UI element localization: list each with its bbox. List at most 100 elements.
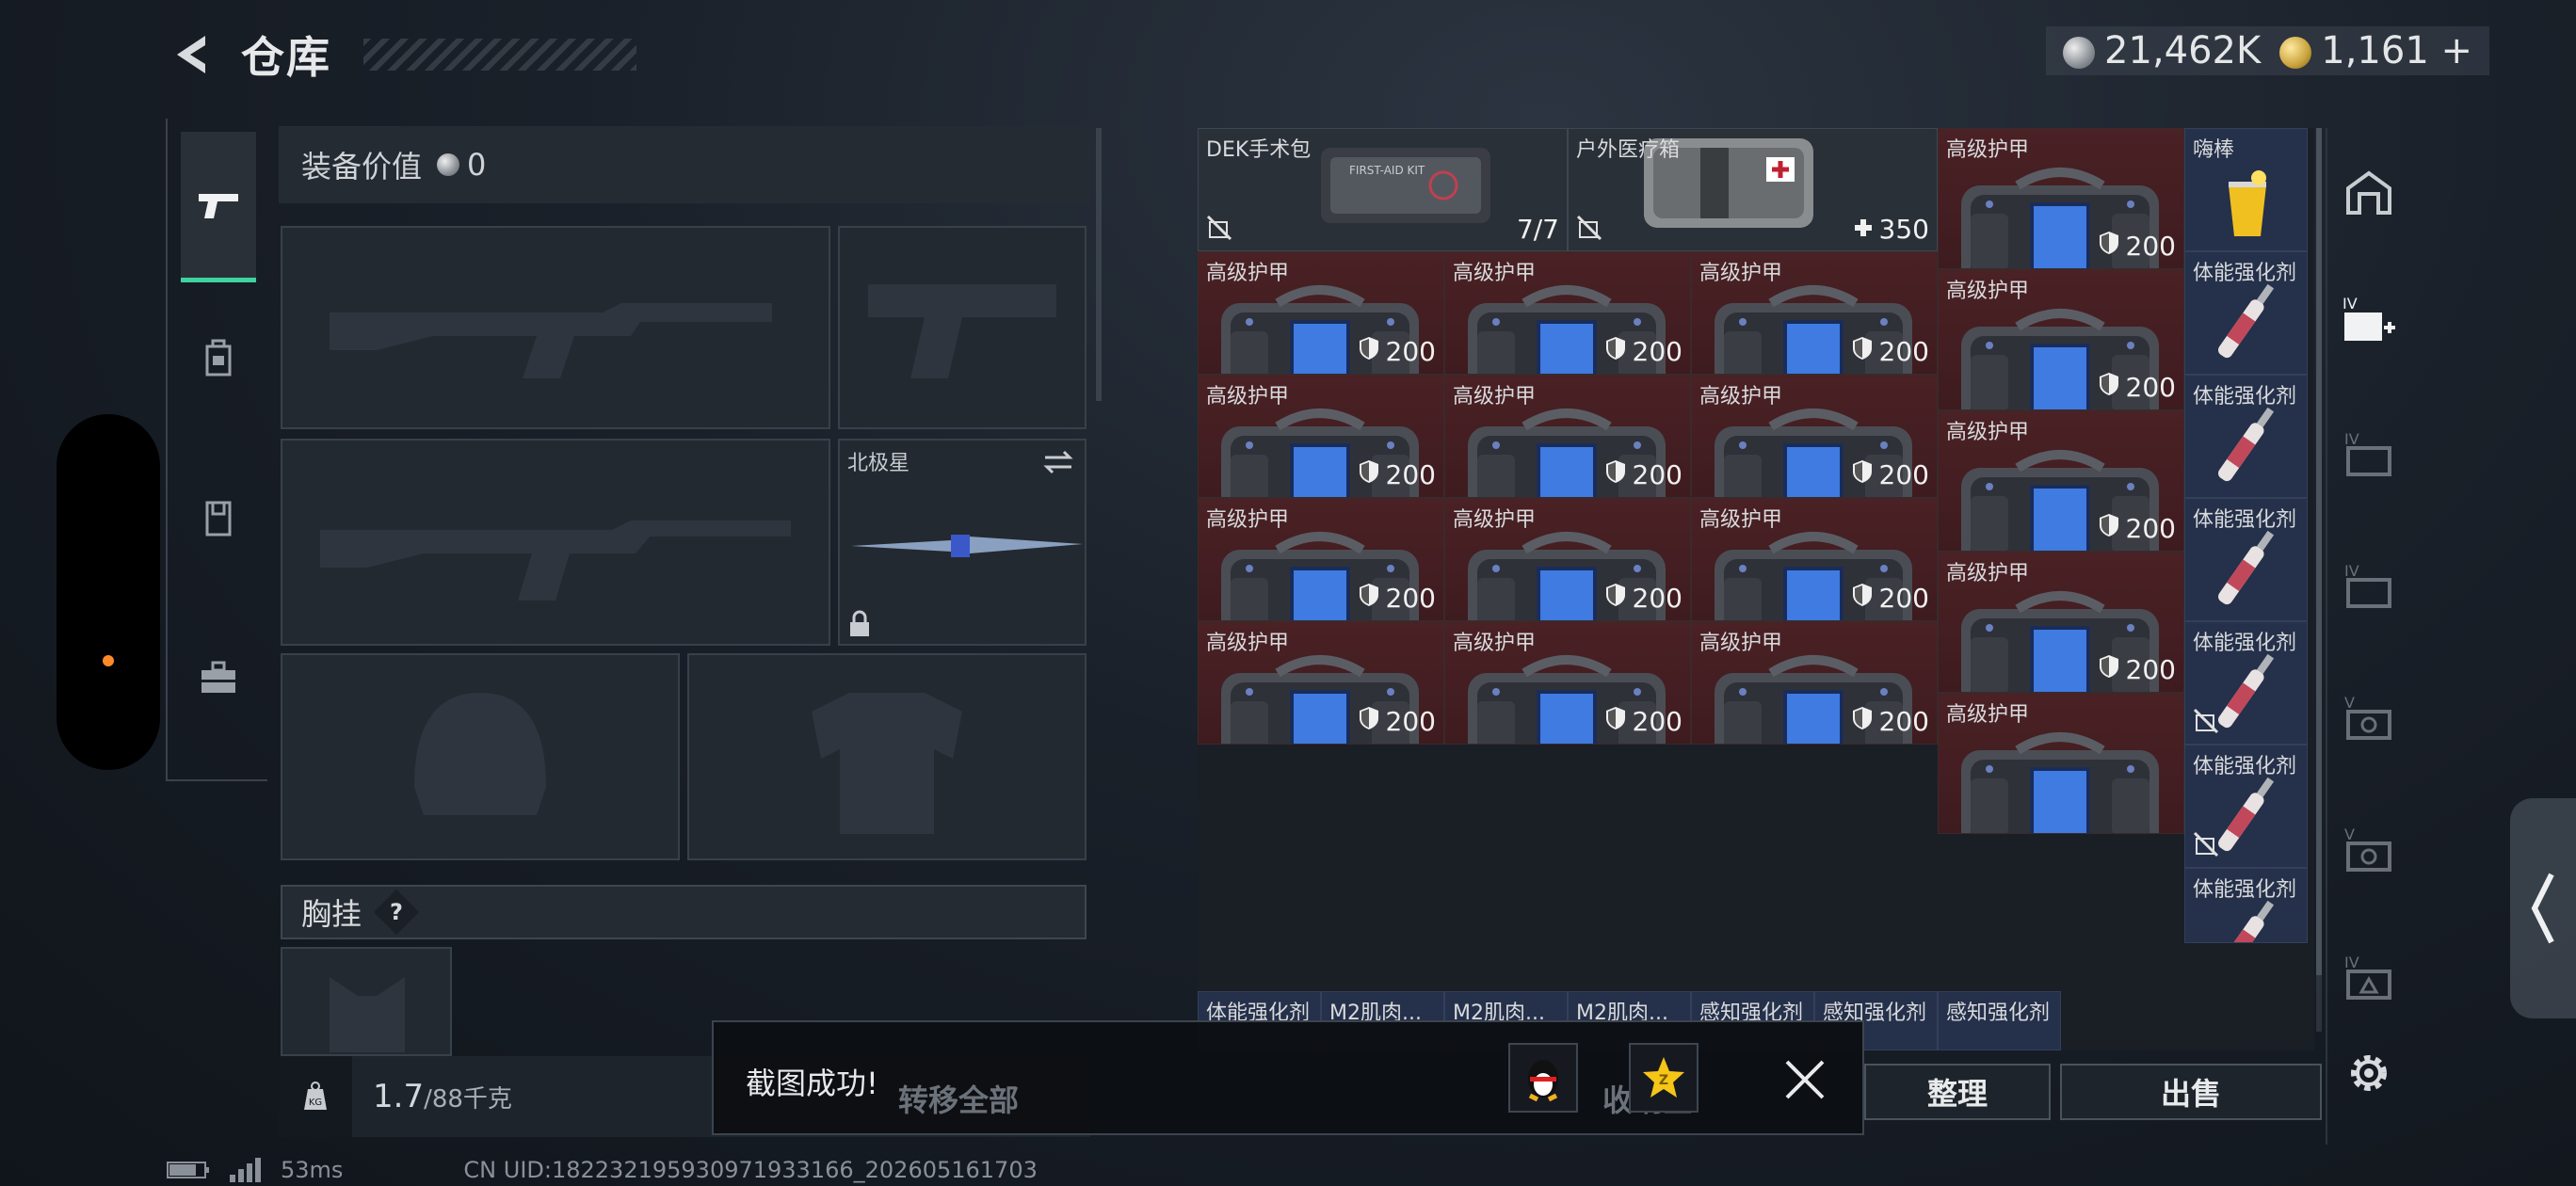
grid-item-stimulant[interactable]: 体能强化剂 [2184,745,2308,868]
grid-item-armor[interactable]: 高级护甲 200 [1938,128,2184,269]
grid-item-armor[interactable]: 高级护甲 200 [1938,552,2184,693]
grid-item-armor[interactable]: 高级护甲 200 [1691,375,1938,498]
status-bar: 53ms CN UID:1822321959309719331​66_20260… [166,1154,1038,1186]
grid-item-armor[interactable]: 高级护甲 200 [1198,251,1444,375]
tab-extension-add[interactable]: IV [2337,288,2401,352]
rifle-silhouette-icon [330,303,772,378]
shield-icon [1604,582,1627,615]
armor-silhouette-icon [812,693,962,834]
shield-icon [2098,371,2120,404]
warehouse-icon [2346,170,2391,215]
help-icon[interactable]: ? [373,889,420,936]
shield-icon [1358,582,1380,615]
shield-icon [2098,653,2120,686]
gear-icon [2351,1055,2387,1091]
grid-item-stimulant[interactable]: 体能强化剂 [2184,498,2308,621]
side-drawer-handle[interactable] [2510,798,2576,1018]
grid-item-stimulant[interactable]: 体能强化剂 [2184,868,2308,943]
pistol-slot[interactable] [838,226,1087,429]
item-value: 200 [2098,371,2176,404]
equipment-value-bar: 装备价值 0 [279,126,1090,203]
secondary-weapon-slot[interactable] [281,439,830,646]
grid-item-armor[interactable]: 高级护甲 [1938,693,2184,834]
gold-currency[interactable]: 1,161 + [2279,29,2472,72]
grid-item-outdoor-medkit[interactable]: 户外医疗箱 350 [1568,128,1938,251]
currency-bar: 21,462K 1,161 + [2046,26,2489,75]
tab-weapons[interactable] [181,132,256,282]
tab-extension-3[interactable]: V [2337,685,2401,749]
share-qq-button[interactable] [1508,1043,1578,1113]
item-name: 高级护甲 [1206,385,1290,409]
uid-text: CN UID:1822321959309719331​66_2026051617… [463,1157,1038,1183]
grid-scrollbar[interactable] [2316,128,2322,1032]
grid-item-stimulant[interactable]: 体能强化剂 [2184,621,2308,745]
item-value: 200 [1604,705,1682,738]
storage-box-icon: IV [2344,430,2391,476]
unlocked-icon [2193,708,2219,738]
grid-item-armor[interactable]: 高级护甲 200 [1444,375,1691,498]
back-arrow-icon[interactable] [169,30,218,79]
item-name: 高级护甲 [1946,421,2030,444]
title-stripe [363,39,636,71]
add-currency-button[interactable]: + [2440,29,2472,72]
grid-item-armor[interactable]: 高级护甲 200 [1444,621,1691,745]
grid-item-stimulant[interactable]: 体能强化剂 [2184,375,2308,498]
grid-item-armor[interactable]: 高级护甲 200 [1691,498,1938,621]
grid-item-armor[interactable]: 高级护甲 200 [1691,621,1938,745]
tab-extension-5[interactable]: IV [2337,945,2401,1009]
tab-warehouse[interactable] [2337,160,2401,224]
helmet-slot[interactable] [281,653,680,860]
weight-current: 1.7 [373,1078,425,1115]
item-name: 户外医疗箱 [1576,138,1681,162]
item-value: 200 [1358,582,1436,615]
item-value: 200 [1851,582,1929,615]
unlocked-icon [2193,831,2219,861]
item-name: 体能强化剂 [2193,755,2297,778]
grid-item-armor[interactable]: 高级护甲 200 [1444,498,1691,621]
melee-slot[interactable]: 北极星 [838,439,1087,646]
grid-item-armor[interactable]: 高级护甲 200 [1938,410,2184,552]
equipment-scrollbar[interactable] [1096,128,1102,401]
chevron-left-icon [2531,873,2554,944]
settings-button[interactable] [2337,1041,2401,1105]
penguin-icon [1528,1060,1558,1101]
close-icon[interactable] [1783,1058,1827,1101]
svg-text:IV: IV [2344,562,2359,580]
item-name: 高级护甲 [1699,262,1783,285]
tab-case[interactable] [181,640,256,715]
equipment-value: 0 [467,147,487,183]
grid-item-armor[interactable]: 高级护甲 200 [1198,375,1444,498]
tab-backpack[interactable] [181,320,256,395]
tab-vest[interactable] [181,480,256,555]
grid-item-armor[interactable]: 高级护甲 200 [1444,251,1691,375]
share-qzone-button[interactable]: Z [1629,1043,1699,1113]
grid-item-armor[interactable]: 高级护甲 200 [1198,621,1444,745]
grid-item-armor[interactable]: 高级护甲 200 [1938,269,2184,410]
sort-button[interactable]: 整理 [1864,1064,2051,1120]
primary-weapon-slot[interactable] [281,226,830,429]
grid-item-bottom[interactable]: 感知强化剂 [1938,991,2061,1050]
sell-button[interactable]: 出售 [2060,1064,2322,1120]
screenshot-toast: 转移全部 收纳全 截图成功! Z [712,1020,1864,1135]
tab-extension-4[interactable]: V [2337,817,2401,881]
item-name: 高级护甲 [1946,703,2030,727]
grid-item-armor[interactable]: 高级护甲 200 [1691,251,1938,375]
system-floating-pill[interactable] [56,414,160,770]
item-name: 感知强化剂 [1946,1002,2051,1025]
grid-item-armor[interactable]: 高级护甲 200 [1198,498,1444,621]
grid-item-energy-drink[interactable]: 嗨棒 [2184,128,2308,251]
chest-rig-slot[interactable] [281,947,452,1056]
grid-item-surgery-kit[interactable]: FIRST-AID KIT DEK手术包 7/7 [1198,128,1568,251]
transfer-all-button[interactable]: 转移全部 [898,1077,1019,1120]
item-value: 200 [1851,458,1929,491]
briefcase-icon [201,661,235,693]
star-icon: Z [1643,1057,1684,1098]
tab-extension-1[interactable]: IV [2337,422,2401,486]
unlocked-icon [1206,215,1232,245]
tab-extension-2[interactable]: IV [2337,553,2401,617]
armor-slot[interactable] [687,653,1087,860]
battery-icon [167,1162,209,1178]
grid-item-stimulant[interactable]: 体能强化剂 [2184,251,2308,375]
swap-icon[interactable] [1041,448,1075,476]
item-name: 高级护甲 [1946,138,2030,162]
